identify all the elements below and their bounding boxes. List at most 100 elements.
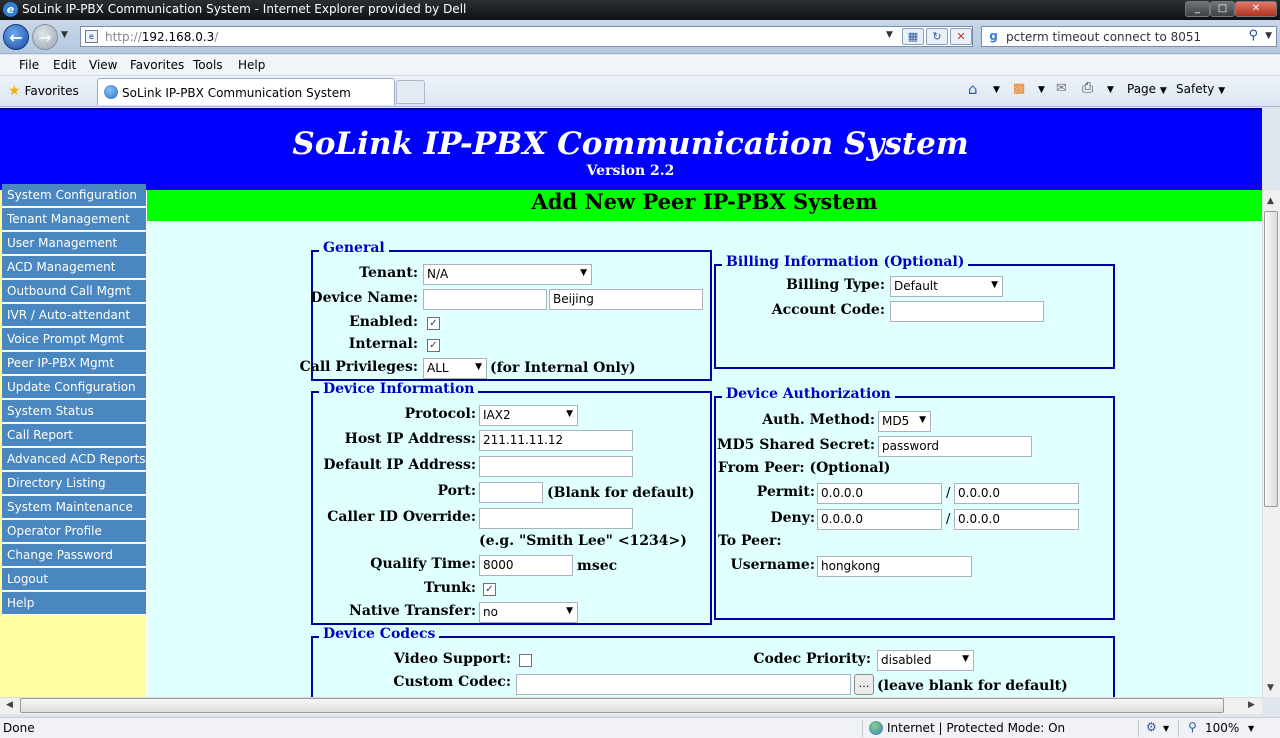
custom-codec-input[interactable] <box>516 674 851 695</box>
qualify-time-input[interactable]: 8000 <box>479 555 573 576</box>
auth-method-select[interactable]: MD5 ▼ <box>878 411 931 432</box>
account-code-input[interactable] <box>890 301 1044 322</box>
caller-id-input[interactable] <box>479 508 633 529</box>
billing-type-select[interactable]: Default ▼ <box>890 276 1003 297</box>
vertical-scroll-thumb[interactable] <box>1264 211 1278 507</box>
search-box[interactable]: g pcterm timeout connect to 8051 ⚲ ▼ <box>981 26 1277 47</box>
maximize-button[interactable]: □ <box>1210 1 1235 17</box>
scroll-left-icon[interactable]: ◀ <box>6 700 13 710</box>
sidebar-item-operator-profile[interactable]: Operator Profile <box>2 520 146 543</box>
video-support-checkbox[interactable] <box>519 654 532 667</box>
new-tab-button[interactable] <box>396 80 425 104</box>
host-ip-input[interactable]: 211.11.11.12 <box>479 430 633 451</box>
print-icon[interactable]: ⎙ <box>1082 80 1093 96</box>
permit-ip-input[interactable]: 0.0.0.0 <box>817 483 942 504</box>
chevron-down-icon: ▼ <box>580 268 587 278</box>
close-window-button[interactable]: ✕ <box>1235 1 1277 17</box>
print-dropdown-icon[interactable]: ▼ <box>1107 85 1114 95</box>
md5-secret-input[interactable]: password <box>878 436 1032 457</box>
favorites-button[interactable]: ★ Favorites <box>8 83 79 99</box>
codec-priority-select[interactable]: disabled ▼ <box>877 650 974 671</box>
menu-edit[interactable]: Edit <box>53 58 76 72</box>
site-header: SoLink IP-PBX Communication System Versi… <box>0 108 1262 190</box>
zoom-dropdown-icon[interactable]: ▼ <box>1248 724 1254 733</box>
page-menu[interactable]: Page ▼ <box>1127 82 1167 96</box>
sidebar-item-ivr-auto-attendant[interactable]: IVR / Auto-attendant <box>2 304 146 327</box>
sidebar-item-update-configuration[interactable]: Update Configuration <box>2 376 146 399</box>
sidebar-item-system-maintenance[interactable]: System Maintenance <box>2 496 146 519</box>
from-peer-label: From Peer: (Optional) <box>718 460 891 476</box>
device-authorization-legend: Device Authorization <box>722 386 895 402</box>
address-dropdown-icon[interactable]: ▼ <box>886 30 893 40</box>
internal-checkbox[interactable]: ✓ <box>427 339 440 352</box>
scroll-up-icon[interactable]: ▲ <box>1267 196 1274 206</box>
sidebar-item-system-status[interactable]: System Status <box>2 400 146 423</box>
status-text: Done <box>3 721 35 735</box>
menu-view[interactable]: View <box>89 58 117 72</box>
sidebar-item-call-report[interactable]: Call Report <box>2 424 146 447</box>
home-icon[interactable]: ⌂ <box>968 80 978 98</box>
menu-favorites[interactable]: Favorites <box>130 58 184 72</box>
sidebar-item-tenant-management[interactable]: Tenant Management <box>2 208 146 231</box>
safety-menu[interactable]: Safety ▼ <box>1176 82 1225 96</box>
call-privileges-select[interactable]: ALL ▼ <box>423 358 487 379</box>
compatibility-view-icon[interactable]: ▦ <box>902 28 924 45</box>
scroll-down-icon[interactable]: ▼ <box>1267 683 1274 693</box>
recent-pages-dropdown-icon[interactable]: ▼ <box>61 30 68 40</box>
device-name-input-2[interactable]: Beijing <box>549 289 703 310</box>
port-input[interactable] <box>479 482 543 503</box>
tab-current-page[interactable]: SoLink IP-PBX Communication System <box>97 78 395 105</box>
enabled-checkbox[interactable]: ✓ <box>427 317 440 330</box>
url-text[interactable]: http://192.168.0.3/ <box>105 30 218 44</box>
sidebar-item-acd-management[interactable]: ACD Management <box>2 256 146 279</box>
rss-feed-icon[interactable]: ▩ <box>1013 81 1025 96</box>
trunk-checkbox[interactable]: ✓ <box>483 583 496 596</box>
protected-mode-dropdown-icon[interactable]: ▼ <box>1163 724 1169 733</box>
sidebar-item-directory-listing[interactable]: Directory Listing <box>2 472 146 495</box>
tenant-select[interactable]: N/A ▼ <box>423 264 592 285</box>
address-bar[interactable]: e http://192.168.0.3/ ▼ ▦ ↻ ✕ <box>80 26 973 47</box>
menu-file[interactable]: File <box>19 58 39 72</box>
sidebar-item-help[interactable]: Help <box>2 592 146 615</box>
sidebar-item-outbound-call-mgmt[interactable]: Outbound Call Mgmt <box>2 280 146 303</box>
device-name-input-1[interactable] <box>423 289 547 310</box>
caller-id-example: (e.g. "Smith Lee" <1234>) <box>479 533 687 549</box>
menu-tools[interactable]: Tools <box>193 58 223 72</box>
search-icon[interactable]: ⚲ <box>1248 28 1258 43</box>
zoom-icon[interactable]: ⚲ <box>1188 720 1197 734</box>
permit-mask-input[interactable]: 0.0.0.0 <box>954 483 1079 504</box>
mail-icon[interactable]: ✉ <box>1056 81 1067 96</box>
native-transfer-select[interactable]: no ▼ <box>479 602 578 623</box>
qualify-time-label: Qualify Time: <box>370 556 476 572</box>
protocol-select[interactable]: IAX2 ▼ <box>479 405 578 426</box>
scroll-right-icon[interactable]: ▶ <box>1248 700 1255 710</box>
horizontal-scroll-thumb[interactable] <box>20 698 1224 713</box>
sidebar-item-user-management[interactable]: User Management <box>2 232 146 255</box>
deny-ip-input[interactable]: 0.0.0.0 <box>817 509 942 530</box>
stop-icon[interactable]: ✕ <box>950 28 972 45</box>
security-zone-text[interactable]: Internet | Protected Mode: On <box>887 721 1065 735</box>
home-dropdown-icon[interactable]: ▼ <box>993 85 1000 95</box>
search-input[interactable]: pcterm timeout connect to 8051 <box>1006 30 1201 44</box>
sidebar-item-peer-ip-pbx-mgmt[interactable]: Peer IP-PBX Mgmt <box>2 352 146 375</box>
forward-button[interactable]: → <box>32 24 58 50</box>
zoom-level[interactable]: 100% <box>1205 721 1239 735</box>
sidebar-item-system-configuration[interactable]: System Configuration <box>2 184 146 207</box>
default-ip-input[interactable] <box>479 456 633 477</box>
feed-dropdown-icon[interactable]: ▼ <box>1038 85 1045 95</box>
sidebar-item-logout[interactable]: Logout <box>2 568 146 591</box>
sidebar-item-voice-prompt-mgmt[interactable]: Voice Prompt Mgmt <box>2 328 146 351</box>
username-input[interactable]: hongkong <box>817 556 972 577</box>
sidebar-item-advanced-acd-reports[interactable]: Advanced ACD Reports <box>2 448 146 471</box>
custom-codec-browse-button[interactable]: ... <box>854 674 874 695</box>
menu-help[interactable]: Help <box>238 58 265 72</box>
deny-mask-input[interactable]: 0.0.0.0 <box>954 509 1079 530</box>
search-dropdown-icon[interactable]: ▼ <box>1265 31 1272 41</box>
protected-mode-icon[interactable]: ⚙ <box>1146 720 1157 734</box>
tab-title: SoLink IP-PBX Communication System <box>122 86 351 100</box>
minimize-button[interactable]: _ <box>1185 1 1210 17</box>
page-title: Add New Peer IP-PBX System <box>147 190 1262 221</box>
back-button[interactable]: ← <box>3 24 29 50</box>
sidebar-item-change-password[interactable]: Change Password <box>2 544 146 567</box>
refresh-icon[interactable]: ↻ <box>926 28 948 45</box>
